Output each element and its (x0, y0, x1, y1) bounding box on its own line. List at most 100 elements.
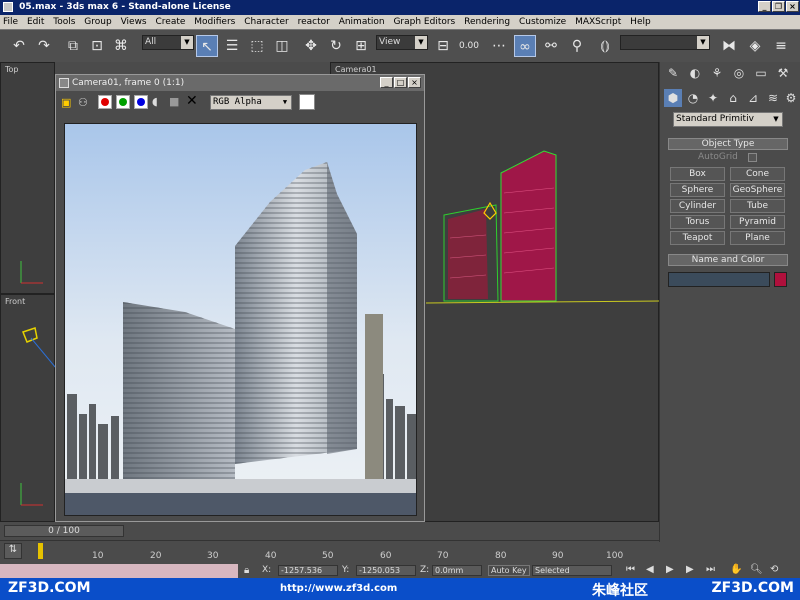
pan-icon[interactable]: ✋ (730, 564, 742, 575)
create-tab-icon[interactable]: ✎ (664, 64, 682, 82)
layer-manager-icon[interactable]: ≡ (770, 35, 792, 57)
alpha-channel-icon[interactable]: ◖ (152, 95, 158, 108)
viewport-top-label[interactable]: Top (5, 65, 19, 74)
utilities-tab-icon[interactable]: ⚒ (774, 64, 792, 82)
modify-tab-icon[interactable]: ◐ (686, 64, 704, 82)
menu-help[interactable]: Help (627, 15, 654, 29)
edit-named-selection-icon[interactable]: ⦅⦆ (594, 35, 616, 57)
cone-button[interactable]: Cone (730, 167, 785, 181)
green-channel-toggle[interactable] (116, 95, 130, 109)
menu-group[interactable]: Group (81, 15, 114, 29)
menu-edit[interactable]: Edit (24, 15, 47, 29)
name-and-color-rollout[interactable]: Name and Color (668, 254, 788, 266)
scale-icon[interactable]: ⊞ (350, 35, 372, 57)
motion-tab-icon[interactable]: ◎ (730, 64, 748, 82)
menu-customize[interactable]: Customize (516, 15, 569, 29)
monochrome-icon[interactable]: ■ (169, 95, 179, 108)
selected-key-filter-dropdown[interactable]: Selected (532, 565, 612, 576)
menu-create[interactable]: Create (153, 15, 189, 29)
link-icon[interactable]: ⧉ (62, 35, 84, 57)
play-icon[interactable]: ▶ (666, 564, 674, 575)
clear-icon[interactable]: ✕ (186, 93, 198, 109)
red-channel-toggle[interactable] (98, 95, 112, 109)
blue-channel-toggle[interactable] (134, 95, 148, 109)
object-color-swatch[interactable] (774, 272, 787, 287)
sphere-button[interactable]: Sphere (670, 183, 725, 197)
named-selection-set-dropdown[interactable]: ▼ (620, 35, 710, 50)
pixel-color-swatch[interactable] (299, 94, 315, 110)
menu-maxscript[interactable]: MAXScript (572, 15, 624, 29)
restore-button[interactable]: ❐ (772, 1, 785, 12)
menu-modifiers[interactable]: Modifiers (191, 15, 238, 29)
lock-selection-icon[interactable]: 🔒︎ (244, 565, 249, 576)
viewport-camera-label[interactable]: Camera01 (335, 65, 377, 74)
menu-graph-editors[interactable]: Graph Editors (390, 15, 458, 29)
viewport-front[interactable]: Front (0, 294, 56, 522)
reference-coord-dropdown[interactable]: View ▼ (376, 35, 428, 50)
cameras-icon[interactable]: ⌂ (724, 89, 742, 107)
helpers-icon[interactable]: ⊿ (744, 89, 762, 107)
pyramid-button[interactable]: Pyramid (730, 215, 785, 229)
undo-icon[interactable]: ↶ (8, 35, 30, 57)
hierarchy-tab-icon[interactable]: ⚘ (708, 64, 726, 82)
redo-icon[interactable]: ↷ (33, 35, 55, 57)
rectangular-selection-icon[interactable]: ⬚ (246, 35, 268, 57)
space-warps-icon[interactable]: ≋ (764, 89, 782, 107)
plane-button[interactable]: Plane (730, 231, 785, 245)
z-coordinate-input[interactable]: 0.0mm (432, 565, 482, 576)
geometry-icon[interactable]: ⬢ (664, 89, 682, 107)
shapes-icon[interactable]: ◔ (684, 89, 702, 107)
next-frame-icon[interactable]: ▶︎ (686, 564, 694, 575)
unlink-icon[interactable]: ⊡ (86, 35, 108, 57)
auto-key-button[interactable]: Auto Key (488, 565, 530, 576)
previous-frame-icon[interactable]: ◀ (646, 564, 654, 575)
viewport-top[interactable]: Top (0, 62, 55, 294)
geosphere-button[interactable]: GeoSphere (730, 183, 785, 197)
menu-views[interactable]: Views (118, 15, 150, 29)
move-icon[interactable]: ✥ (300, 35, 322, 57)
tube-button[interactable]: Tube (730, 199, 785, 213)
snap-toggle-icon[interactable]: ⋯ (488, 35, 510, 57)
render-close-button[interactable]: × (408, 77, 421, 88)
systems-icon[interactable]: ⚙ (782, 89, 800, 107)
menu-file[interactable]: File (0, 15, 21, 29)
time-slider-thumb[interactable]: 0 / 100 (4, 525, 124, 537)
percent-snap-icon[interactable]: ∞ (514, 35, 536, 57)
time-slider[interactable]: 0 / 100 (0, 522, 659, 540)
render-maximize-button[interactable]: □ (394, 77, 407, 88)
render-minimize-button[interactable]: _ (380, 77, 393, 88)
viewport-front-label[interactable]: Front (5, 297, 25, 306)
menu-character[interactable]: Character (241, 15, 291, 29)
orbit-icon[interactable]: ⟲ (770, 564, 778, 575)
menu-animation[interactable]: Animation (336, 15, 388, 29)
maxscript-listener[interactable] (0, 564, 238, 578)
zoom-icon[interactable]: 🔍︎ (750, 564, 763, 575)
mirror-icon[interactable]: ⧓ (718, 35, 740, 57)
object-name-input[interactable] (668, 272, 770, 287)
minimize-button[interactable]: _ (758, 1, 771, 12)
spinner-snap-icon[interactable]: ⚯ (540, 35, 562, 57)
pivot-center-icon[interactable]: ⊟ (432, 35, 454, 57)
x-coordinate-input[interactable]: -1257.536 (278, 565, 338, 576)
box-button[interactable]: Box (670, 167, 725, 181)
y-coordinate-input[interactable]: -1250.053 (356, 565, 416, 576)
menu-rendering[interactable]: Rendering (461, 15, 513, 29)
teapot-button[interactable]: Teapot (670, 231, 725, 245)
cylinder-button[interactable]: Cylinder (670, 199, 725, 213)
menu-tools[interactable]: Tools (50, 15, 78, 29)
named-selection-icon[interactable]: ⚲ (566, 35, 588, 57)
save-bitmap-icon[interactable]: ▣ (61, 96, 71, 109)
bind-space-warp-icon[interactable]: ⌘ (110, 35, 132, 57)
align-icon[interactable]: ◈ (744, 35, 766, 57)
autogrid-checkbox[interactable] (748, 153, 757, 162)
primitive-category-dropdown[interactable]: Standard Primitiv ▼ (673, 112, 783, 127)
close-button[interactable]: × (786, 1, 799, 12)
lights-icon[interactable]: ✦ (704, 89, 722, 107)
select-by-name-icon[interactable]: ☰ (221, 35, 243, 57)
torus-button[interactable]: Torus (670, 215, 725, 229)
clone-window-icon[interactable]: ⚇ (78, 96, 88, 109)
object-type-rollout[interactable]: Object Type (668, 138, 788, 150)
selection-filter-dropdown[interactable]: All ▼ (142, 35, 194, 50)
select-object-icon[interactable]: ↖ (196, 35, 218, 57)
display-channel-dropdown[interactable]: RGB Alpha ▼ (210, 95, 292, 110)
